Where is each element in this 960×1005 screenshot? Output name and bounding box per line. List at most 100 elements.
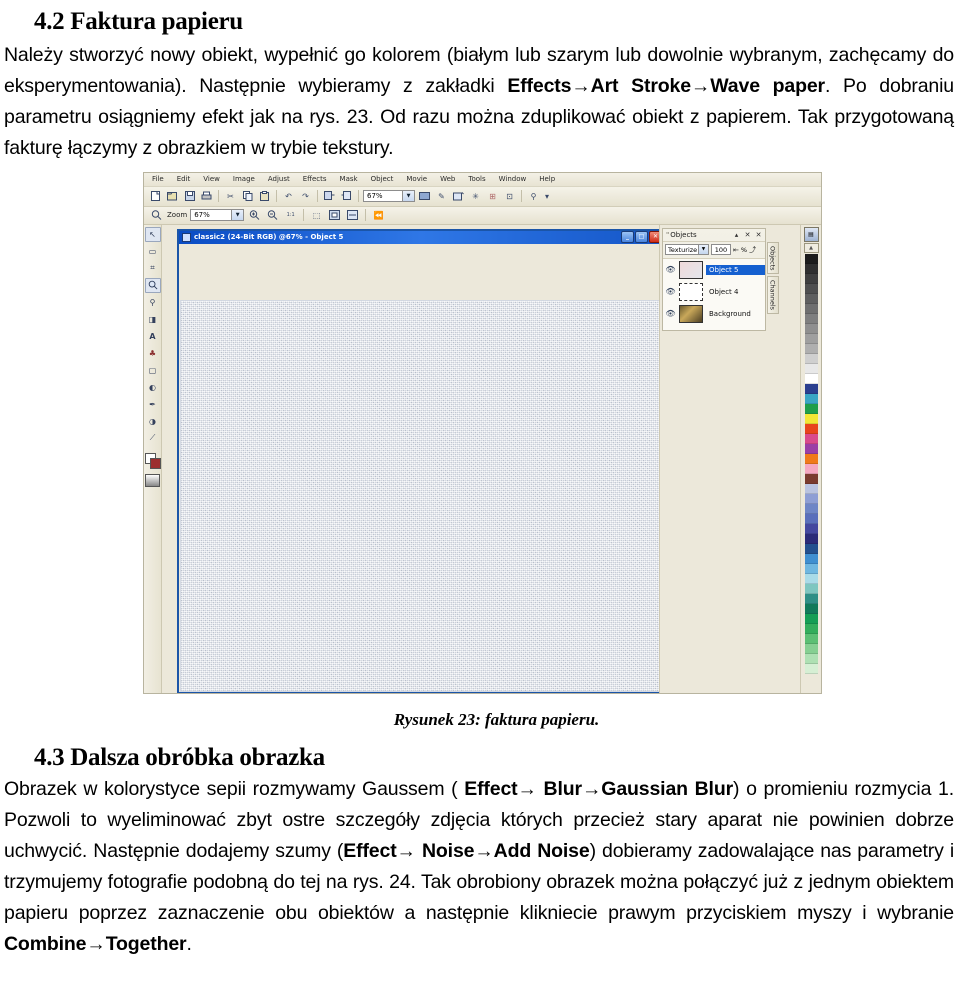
palette-swatch[interactable] [804, 583, 818, 594]
visibility-eye-icon[interactable]: 👁 [665, 309, 676, 318]
close-button[interactable]: ✕ [649, 231, 659, 243]
chevron-down-icon[interactable]: ▼ [698, 245, 708, 254]
copy-icon[interactable] [240, 189, 255, 204]
import-icon[interactable] [322, 189, 337, 204]
zoom-reset-icon[interactable]: ⏪ [371, 208, 386, 223]
palette-swatch[interactable] [804, 323, 818, 334]
palette-swatch[interactable] [804, 313, 818, 324]
palette-swatch[interactable] [804, 423, 818, 434]
palette-swatch[interactable] [804, 433, 818, 444]
menu-item-effects[interactable]: Effects [303, 175, 327, 183]
open-file-icon[interactable] [165, 189, 180, 204]
palette-swatch[interactable] [804, 623, 818, 634]
palette-swatch[interactable] [804, 353, 818, 364]
palette-swatch[interactable] [804, 383, 818, 394]
fill-preview-swatch[interactable] [145, 473, 160, 487]
menu-item-mask[interactable]: Mask [340, 175, 358, 183]
palette-swatch[interactable] [804, 303, 818, 314]
zoom-tool-icon[interactable] [149, 208, 164, 223]
menu-item-view[interactable]: View [203, 175, 220, 183]
paper-texture-canvas[interactable] [180, 299, 659, 692]
crop-tool-icon[interactable]: ⌗ [145, 261, 161, 276]
zoom-100-icon[interactable]: 1:1 [283, 208, 298, 223]
collapse-icon[interactable]: ▴ [732, 231, 741, 239]
paste-icon[interactable] [257, 189, 272, 204]
hide-icon[interactable]: ✕ [743, 231, 752, 239]
blend-mode-combo[interactable]: Texturize ▼ [665, 244, 709, 255]
new-file-icon[interactable] [148, 189, 163, 204]
rectangle-tool-icon[interactable]: ▢ [145, 363, 161, 378]
menu-item-adjust[interactable]: Adjust [268, 175, 290, 183]
chevron-down-icon[interactable]: ▼ [402, 191, 414, 201]
palette-swatch[interactable] [804, 563, 818, 574]
palette-swatch[interactable] [804, 513, 818, 524]
zoom-to-fit-icon[interactable] [327, 208, 342, 223]
app-launcher-icon[interactable]: ⊡ [502, 189, 517, 204]
menu-item-movie[interactable]: Movie [406, 175, 427, 183]
palette-swatch[interactable] [804, 393, 818, 404]
menu-item-edit[interactable]: Edit [177, 175, 191, 183]
toolbar-overflow-icon[interactable]: ▾ [543, 189, 551, 204]
image-window-titlebar[interactable]: classic2 (24-Bit RGB) @67% - Object 5 _ … [179, 230, 659, 244]
palette-swatch[interactable] [804, 333, 818, 344]
palette-swatch[interactable] [804, 543, 818, 554]
background-color-swatch[interactable] [150, 457, 161, 469]
palette-swatch[interactable] [804, 533, 818, 544]
menu-item-image[interactable]: Image [233, 175, 255, 183]
zoom-to-width-icon[interactable] [345, 208, 360, 223]
menu-item-web[interactable]: Web [440, 175, 455, 183]
palette-swatch[interactable] [804, 633, 818, 644]
palette-swatch[interactable] [804, 343, 818, 354]
palette-swatch[interactable] [804, 573, 818, 584]
menu-item-tools[interactable]: Tools [468, 175, 485, 183]
palette-swatch[interactable] [804, 283, 818, 294]
palette-menu-icon[interactable]: ▤ [803, 226, 819, 242]
palette-swatch[interactable] [804, 483, 818, 494]
crop-export-icon[interactable] [451, 189, 466, 204]
zoom-in-icon[interactable] [247, 208, 262, 223]
undo-icon[interactable]: ↶ [281, 189, 296, 204]
palette-swatch[interactable] [804, 293, 818, 304]
zoom-to-selection-icon[interactable]: ⬚ [309, 208, 324, 223]
cut-icon[interactable]: ✂ [223, 189, 238, 204]
text-tool-icon[interactable]: A [145, 329, 161, 344]
palette-swatch[interactable] [804, 463, 818, 474]
color-mask-icon[interactable]: ✎ [434, 189, 449, 204]
lock-transparency-icon[interactable]: ⤴ [749, 245, 756, 255]
palette-swatch[interactable] [804, 603, 818, 614]
close-icon[interactable]: ✕ [754, 231, 763, 239]
docker-grip-icon[interactable]: " [666, 231, 669, 239]
web-image-icon[interactable]: ✳ [468, 189, 483, 204]
list-item[interactable]: 👁 Object 5 [663, 259, 765, 281]
visibility-eye-icon[interactable]: 👁 [665, 265, 676, 274]
fill-tool-icon[interactable]: ◐ [145, 380, 161, 395]
zoom-percent-combo[interactable]: 67% ▼ [190, 209, 245, 221]
palette-swatch[interactable] [804, 503, 818, 514]
minimize-button[interactable]: _ [621, 231, 634, 243]
menu-item-help[interactable]: Help [539, 175, 555, 183]
help-what-icon[interactable]: ⚲ [526, 189, 541, 204]
palette-swatch[interactable] [804, 493, 818, 504]
image-canvas-area[interactable] [179, 243, 659, 692]
opacity-slider-icon[interactable]: ⇤ [733, 246, 739, 254]
menu-item-object[interactable]: Object [371, 175, 394, 183]
tab-objects[interactable]: Objects [766, 241, 779, 275]
color-swatch-pair[interactable] [145, 452, 161, 469]
palette-swatch[interactable] [804, 653, 818, 664]
list-item[interactable]: 👁 Object 4 [663, 281, 765, 303]
opacity-field[interactable]: 100 [711, 244, 731, 255]
menu-item-window[interactable]: Window [499, 175, 527, 183]
palette-swatch[interactable] [804, 363, 818, 374]
zoom-out-icon[interactable] [265, 208, 280, 223]
visibility-eye-icon[interactable]: 👁 [665, 287, 676, 296]
palette-swatch[interactable] [804, 413, 818, 424]
eraser-tool-icon[interactable]: ◨ [145, 312, 161, 327]
effect-tool-icon[interactable]: ◑ [145, 414, 161, 429]
clone-tool-icon[interactable]: ♣ [145, 346, 161, 361]
fullscreen-icon[interactable] [417, 189, 432, 204]
eyedropper-tool-icon[interactable]: ⚲ [145, 295, 161, 310]
palette-swatch[interactable] [804, 523, 818, 534]
redo-icon[interactable]: ↷ [298, 189, 313, 204]
palette-swatch[interactable] [804, 443, 818, 454]
palette-swatch[interactable] [804, 663, 818, 674]
